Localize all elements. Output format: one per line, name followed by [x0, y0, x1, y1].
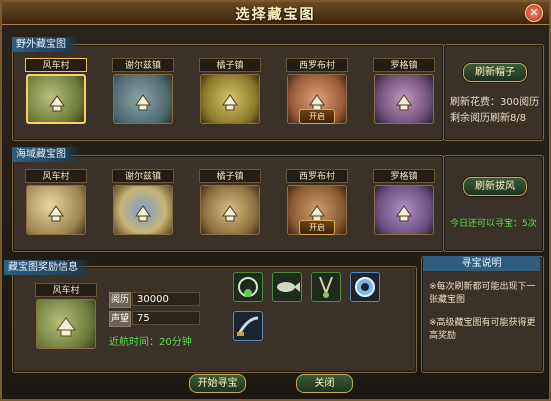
sea-map-icon[interactable]: [374, 185, 434, 235]
today-remaining-text: 今日还可以寻宝：5次: [450, 219, 537, 229]
map-name: 橘子镇: [199, 169, 261, 183]
map-name: 谢尔兹镇: [112, 58, 174, 72]
map-card[interactable]: 西罗布村 开启: [286, 169, 348, 259]
necklace-icon[interactable]: [233, 272, 263, 302]
sea-map-icon[interactable]: [200, 185, 260, 235]
map-card[interactable]: 西罗布村 开启: [286, 58, 348, 148]
refresh-sea-button[interactable]: 刷新拔风: [463, 177, 527, 196]
scissor-icon[interactable]: [311, 272, 341, 302]
map-name: 谢尔兹镇: [112, 169, 174, 183]
map-name: 西罗布村: [286, 169, 348, 183]
map-name: 风车村: [25, 169, 87, 183]
map-name: 风车村: [25, 58, 87, 72]
window-title: 选择藏宝图: [235, 7, 316, 23]
help-title: 寻宝说明: [423, 256, 540, 271]
title-bar: 选择藏宝图 ✕: [2, 2, 549, 25]
map-card[interactable]: 谢尔兹镇: [112, 169, 174, 259]
fame-value: 75: [132, 311, 200, 325]
sea-map-icon[interactable]: [26, 185, 86, 235]
help-line-2: ※高级藏宝图有可能获得更高奖励: [429, 318, 536, 341]
reward-section-label: 藏宝图奖励信息: [4, 260, 92, 275]
treasure-map-window: 选择藏宝图 ✕ 野外藏宝图 风车村 谢尔兹镇 橘子镇 西罗布村 开启 罗格镇 刷新帽子 刷…: [0, 0, 551, 401]
close-icon[interactable]: ✕: [525, 4, 543, 22]
town-map-icon[interactable]: [200, 74, 260, 124]
reward-map-name: 风车村: [35, 283, 97, 297]
start-hunt-button[interactable]: 开始寻宝: [189, 374, 246, 393]
castle-map-icon[interactable]: [374, 74, 434, 124]
map-card[interactable]: 罗格镇: [373, 169, 435, 259]
map-card[interactable]: 风车村: [25, 169, 87, 259]
fish-icon[interactable]: [272, 272, 302, 302]
refresh-cost-text: 刷新花费：300阅历: [450, 97, 540, 108]
town-map-icon[interactable]: [113, 74, 173, 124]
map-name: 西罗布村: [286, 58, 348, 72]
map-name: 罗格镇: [373, 169, 435, 183]
exp-label: 阅历: [109, 292, 131, 308]
fame-label: 声望: [109, 311, 131, 327]
reward-map-card: 风车村: [35, 283, 97, 373]
sea-map-icon[interactable]: [113, 185, 173, 235]
ring-icon[interactable]: [350, 272, 380, 302]
village-map-icon[interactable]: [26, 74, 86, 124]
wild-section-label: 野外藏宝图: [12, 37, 80, 52]
open-map-button[interactable]: 开启: [299, 220, 335, 235]
refresh-wild-button[interactable]: 刷新帽子: [463, 63, 527, 82]
help-line-1: ※每次刷新都可能出现下一张藏宝图: [429, 282, 536, 305]
map-card[interactable]: 谢尔兹镇: [112, 58, 174, 148]
map-name: 罗格镇: [373, 58, 435, 72]
sea-side-panel: [443, 155, 544, 252]
map-name: 橘子镇: [199, 58, 261, 72]
open-map-button[interactable]: 开启: [299, 109, 335, 124]
map-card[interactable]: 风车村: [25, 58, 87, 148]
map-card[interactable]: 橘子镇: [199, 169, 261, 259]
sword-icon[interactable]: [233, 311, 263, 341]
sail-time-text: 近航时间：20分钟: [109, 337, 192, 348]
map-card[interactable]: 橘子镇: [199, 58, 261, 148]
village-map-icon: [36, 299, 96, 349]
close-button[interactable]: 关闭: [296, 374, 353, 393]
exp-value: 30000: [132, 292, 200, 306]
sea-section-label: 海域藏宝图: [12, 147, 80, 162]
map-card[interactable]: 罗格镇: [373, 58, 435, 148]
help-panel: [421, 256, 544, 373]
refresh-remaining-text: 剩余阅历刷新8/8: [450, 113, 527, 124]
